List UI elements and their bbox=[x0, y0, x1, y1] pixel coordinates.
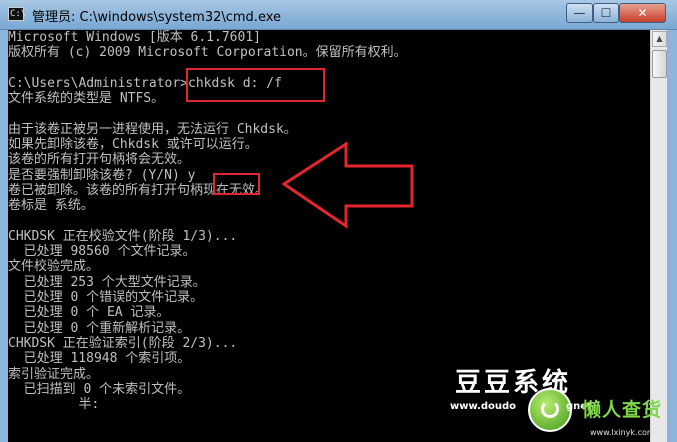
window-border-right bbox=[667, 30, 677, 442]
console-line: 文件校验完成。 bbox=[8, 259, 100, 275]
console-line: 已处理 0 个错误的文件记录。 bbox=[8, 290, 204, 306]
console-line: Microsoft Windows [版本 6.1.7601] bbox=[8, 30, 261, 45]
window-border-left bbox=[0, 30, 8, 442]
highlight-box-command bbox=[186, 68, 325, 102]
watermark-url: www.doudo bbox=[450, 401, 517, 412]
console-line: 由于该卷正被另一进程使用，无法运行 Chkdsk。 bbox=[8, 121, 297, 137]
cmd-icon: C:\ bbox=[8, 7, 27, 21]
scroll-up-arrow-icon[interactable]: ▲ bbox=[652, 31, 667, 47]
maximize-button[interactable]: ☐ bbox=[593, 3, 619, 23]
console-line: 文件系统的类型是 NTFS。 bbox=[8, 91, 165, 107]
minimize-button[interactable]: — bbox=[566, 3, 593, 23]
console-line: 已处理 98560 个文件记录。 bbox=[8, 244, 196, 260]
console-line: 版权所有 (c) 2009 Microsoft Corporation。保留所有… bbox=[8, 45, 407, 61]
console-line: CHKDSK 正在校验文件(阶段 1/3)... bbox=[8, 228, 238, 244]
console-line: 已处理 0 个 EA 记录。 bbox=[8, 305, 170, 321]
console-line: 已处理 253 个大型文件记录。 bbox=[8, 274, 206, 290]
scroll-thumb[interactable] bbox=[652, 50, 667, 78]
window-title: 管理员: C:\windows\system32\cmd.exe bbox=[32, 10, 281, 25]
console-line: CHKDSK 正在验证索引(阶段 2/3)... bbox=[8, 335, 238, 351]
watermark-brand-url: www.lxinyk.com bbox=[590, 428, 655, 437]
close-button[interactable]: ✕ bbox=[619, 3, 666, 23]
highlight-box-answer bbox=[213, 173, 260, 195]
console-line: 已处理 0 个重新解析记录。 bbox=[8, 320, 191, 336]
title-bar[interactable]: C:\ 管理员: C:\windows\system32\cmd.exe — ☐… bbox=[0, 0, 677, 30]
watermark-brand: 懒人查货 bbox=[582, 399, 663, 421]
red-arrow-icon bbox=[281, 141, 414, 229]
vertical-scrollbar[interactable]: ▲ bbox=[650, 30, 667, 442]
console-line: C:\Users\Administrator>chkdsk d: /f bbox=[8, 75, 282, 91]
